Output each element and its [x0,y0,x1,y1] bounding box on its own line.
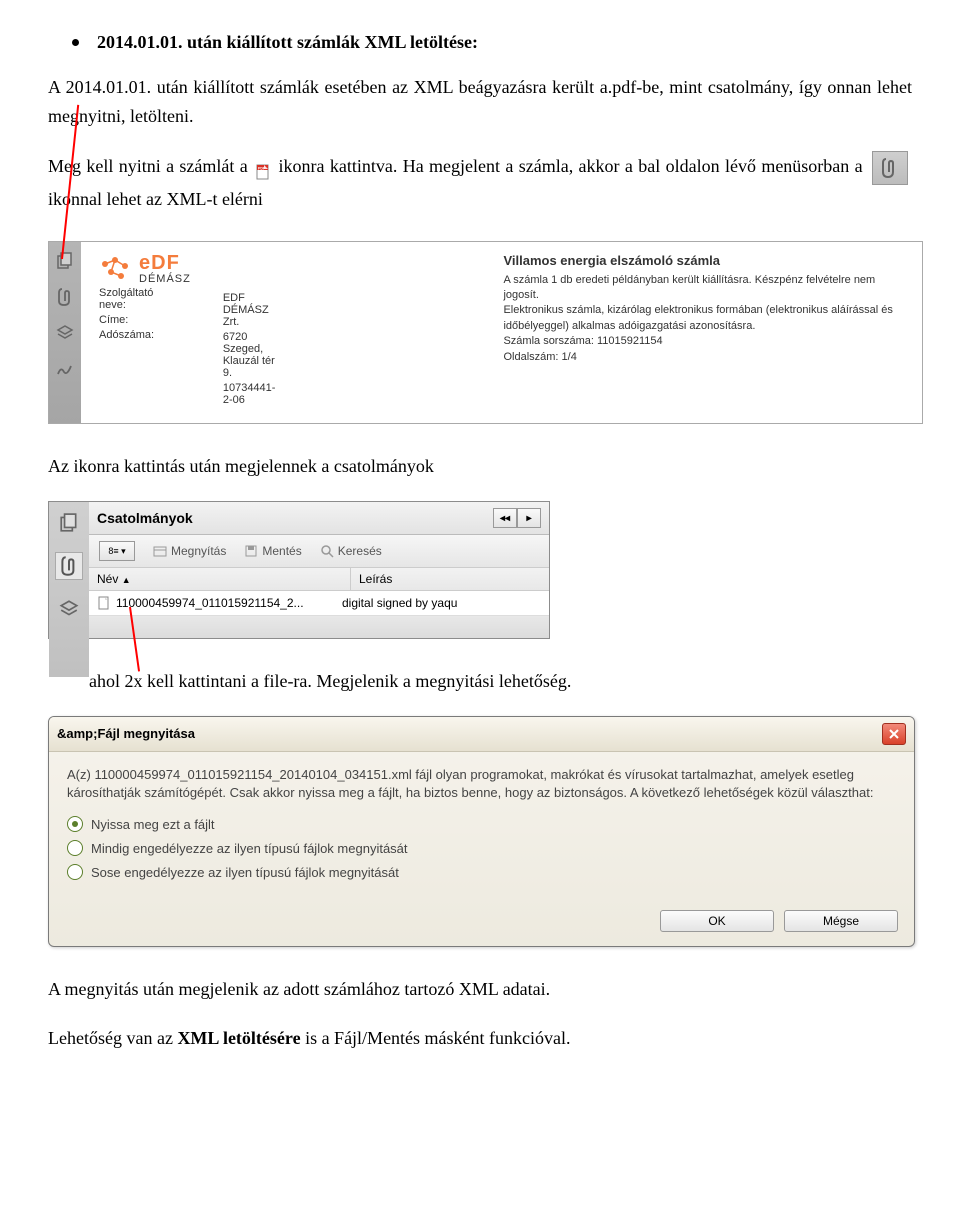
bullet-icon [72,39,79,46]
cancel-button[interactable]: Mégse [784,910,898,932]
radio-option-3[interactable]: Sose engedélyezze az ilyen típusú fájlok… [67,864,896,880]
invoice-title: Villamos energia elszámoló számla [503,252,906,270]
heading-row: 2014.01.01. után kiállított számlák XML … [48,32,912,53]
pdf-viewer-screenshot: eDF DÉMÁSZ Szolgáltató neve: Címe: Adósz… [48,241,923,424]
paragraph-4: ahol 2x kell kattintani a file-ra. Megje… [48,667,912,696]
ok-button[interactable]: OK [660,910,774,932]
search-button[interactable]: Keresés [320,544,382,558]
dialog-titlebar: &amp;Fájl megnyitása [49,717,914,752]
paragraph-5: A megnyitás után megjelenik az adott szá… [48,975,912,1004]
dialog-title-text: &amp;Fájl megnyitása [57,726,195,741]
invoice-header: Villamos energia elszámoló számla A szám… [503,252,906,409]
file-icon [97,596,111,610]
nav-prev-button[interactable]: ◂◂ [493,508,517,528]
provider-info: Szolgáltató neve: Címe: Adószáma: [97,285,191,344]
save-button[interactable]: Mentés [244,544,301,558]
attachment-filename: 110000459974_011015921154_2... [116,596,304,610]
radio-icon [67,840,83,856]
para6-c: is a Fájl/Mentés másként funkcióval. [301,1028,571,1048]
attachment-icon[interactable] [54,286,76,308]
tax-label: Adószáma: [99,329,189,342]
column-name[interactable]: Név ▲ [89,568,351,590]
attachment-icon-2[interactable] [55,552,83,580]
radio-label-2: Mindig engedélyezze az ilyen típusú fájl… [91,841,408,856]
attachments-footer [89,616,549,638]
attachments-columns: Név ▲ Leírás [89,568,549,591]
column-desc[interactable]: Leírás [351,568,549,590]
pdf-icon: PDF [255,160,271,176]
file-open-dialog: &amp;Fájl megnyitása A(z) 110000459974_0… [48,716,915,947]
layers-icon[interactable] [54,322,76,344]
nav-next-button[interactable]: ▸ [517,508,541,528]
radio-icon [67,816,83,832]
para2-part-c: ikonnal lehet az XML-t elérni [48,189,263,209]
radio-option-1[interactable]: Nyissa meg ezt a fájlt [67,816,896,832]
invoice-line3: Számla sorszáma: 11015921154 [503,334,906,349]
tax-value: 10734441-2-06 [223,382,282,407]
pdf-content: eDF DÉMÁSZ Szolgáltató neve: Címe: Adósz… [81,242,922,423]
radio-option-2[interactable]: Mindig engedélyezze az ilyen típusú fájl… [67,840,896,856]
provider-value: EDF DÉMÁSZ Zrt. [223,292,282,329]
paragraph-6: Lehetőség van az XML letöltésére is a Fá… [48,1024,912,1053]
attachments-toolbar: 8≡ ▾ Megnyítás Mentés Keresés [89,535,549,568]
layers-icon-2[interactable] [58,598,80,620]
pages-icon-2[interactable] [58,512,80,534]
save-label: Mentés [262,544,301,558]
view-dropdown[interactable]: 8≡ ▾ [99,541,135,561]
radio-label-1: Nyissa meg ezt a fájlt [91,817,215,832]
radio-icon [67,864,83,880]
attachments-title: Csatolmányok [97,510,193,526]
attachments-sidebar [49,502,89,677]
address-value: 6720 Szeged, Klauzál tér 9. [223,331,282,380]
para2-part-a: Meg kell nyitni a számlát a [48,156,253,176]
para6-a: Lehetőség van az [48,1028,177,1048]
dialog-body: A(z) 110000459974_011015921154_20140104_… [49,752,914,902]
para2-part-b: ikonra kattintva. Ha megjelent a számla,… [279,156,869,176]
close-button[interactable] [882,723,906,745]
edf-logo: eDF DÉMÁSZ [97,252,191,285]
paragraph-3: Az ikonra kattintás után megjelennek a c… [48,452,912,481]
search-label: Keresés [338,544,382,558]
logo-sub-text: DÉMÁSZ [139,273,191,285]
open-button[interactable]: Megnyítás [153,544,226,558]
paragraph-1: A 2014.01.01. után kiállított számlák es… [48,73,912,131]
provider-label: Szolgáltató neve: [99,287,189,312]
invoice-line2: Elektronikus számla, kizárólag elektroni… [503,303,906,334]
provider-block: eDF DÉMÁSZ Szolgáltató neve: Címe: Adósz… [97,252,191,409]
pages-icon[interactable] [54,250,76,272]
attachment-desc: digital signed by yaqu [342,596,541,610]
attachment-row[interactable]: 110000459974_011015921154_2... digital s… [89,591,549,616]
radio-label-3: Sose engedélyezze az ilyen típusú fájlok… [91,865,399,880]
heading-text: 2014.01.01. után kiállított számlák XML … [97,32,478,53]
pdf-sidebar [49,242,81,423]
address-label: Címe: [99,314,189,327]
paperclip-icon [872,151,908,185]
invoice-line4: Oldalszám: 1/4 [503,350,906,365]
paragraph-2: Meg kell nyitni a számlát a PDF ikonra k… [48,151,912,214]
open-label: Megnyítás [171,544,226,558]
dialog-message: A(z) 110000459974_011015921154_20140104_… [67,766,896,802]
attachments-panel-screenshot: Csatolmányok ◂◂ ▸ 8≡ ▾ Megnyítás Mentés … [48,501,550,639]
signature-icon[interactable] [54,358,76,380]
provider-values: EDF DÉMÁSZ Zrt. 6720 Szeged, Klauzál tér… [221,290,284,409]
dialog-buttons: OK Mégse [49,902,914,946]
logo-brand-text: eDF [139,252,191,275]
svg-text:PDF: PDF [258,166,266,170]
invoice-line1: A számla 1 db eredeti példányban került … [503,273,906,304]
para6-b: XML letöltésére [177,1028,300,1048]
attachments-header: Csatolmányok ◂◂ ▸ [89,502,549,535]
